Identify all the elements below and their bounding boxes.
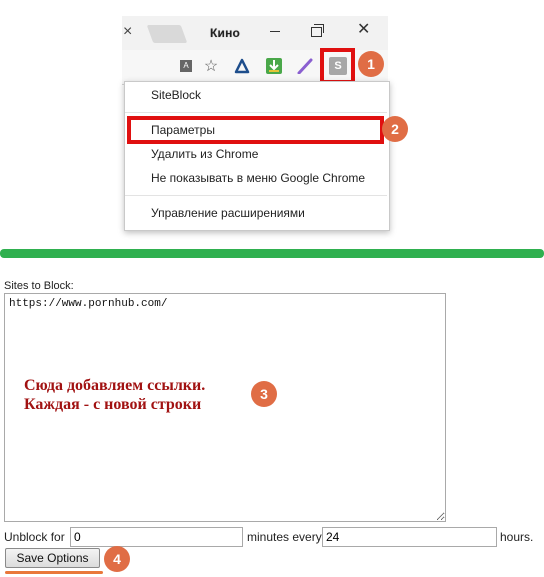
menu-item-siteblock[interactable]: SiteBlock [151,88,201,102]
annotation-line-1: Сюда добавляем ссылки. [24,377,206,394]
step-badge-3: 3 [251,381,277,407]
unblock-for-label: Unblock for [4,530,65,544]
hours-input[interactable] [322,527,497,547]
highlight-box-options [127,116,384,144]
tab-close-icon[interactable]: × [123,22,137,42]
new-tab-button[interactable] [146,25,188,43]
hours-label: hours. [500,530,534,544]
menu-divider [125,195,387,196]
annotation-line-2: Каждая - с новой строки [24,396,202,413]
step-badge-4: 4 [104,546,130,572]
minutes-every-label: minutes every [247,530,322,544]
save-underline [5,571,103,574]
sites-to-block-label: Sites to Block: [4,280,74,292]
menu-divider [125,112,387,113]
section-divider [0,249,544,258]
minimize-icon[interactable] [270,31,280,32]
minutes-input[interactable] [70,527,243,547]
extension-triangle-icon[interactable] [232,56,252,76]
extension-download-icon[interactable] [264,56,284,76]
save-options-button[interactable]: Save Options [5,548,100,568]
translate-icon[interactable]: A [176,56,196,76]
window-close-icon[interactable]: ✕ [357,20,370,40]
restore-icon[interactable] [311,24,324,37]
menu-item-hide[interactable]: Не показывать в меню Google Chrome [151,171,365,185]
annotation-text: Сюда добавляем ссылки. Каждая - с новой … [24,376,205,414]
bookmark-star-icon[interactable]: ☆ [201,56,221,76]
highlight-box-extension [320,48,355,84]
extension-feather-icon[interactable] [295,56,315,76]
step-badge-2: 2 [382,116,408,142]
tab-title: Кино [210,26,241,40]
step-badge-1: 1 [358,51,384,77]
menu-item-remove[interactable]: Удалить из Chrome [151,147,258,161]
menu-item-manage-extensions[interactable]: Управление расширениями [151,206,305,220]
